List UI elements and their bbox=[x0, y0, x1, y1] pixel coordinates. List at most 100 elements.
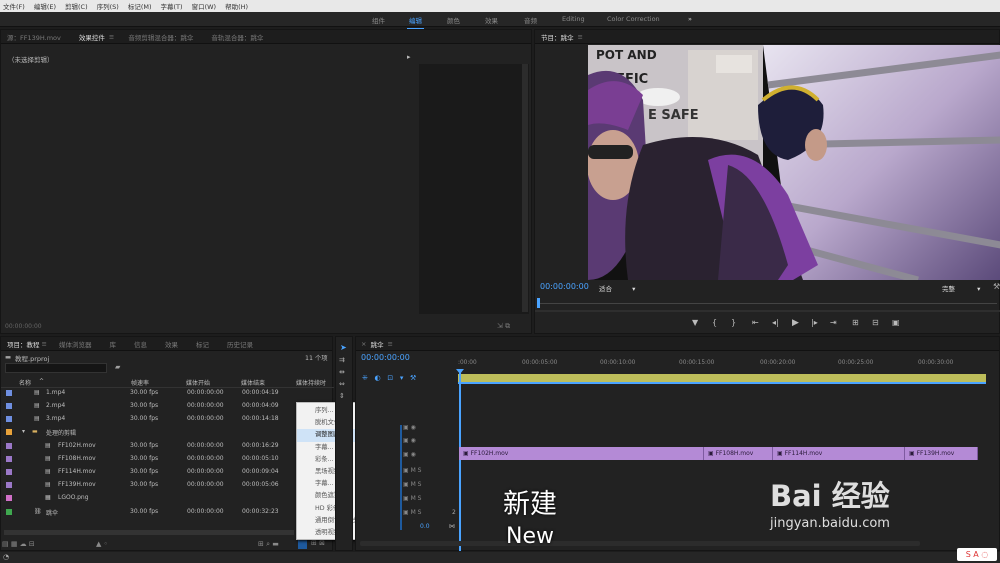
row-start: 00:00:00:00 bbox=[187, 508, 224, 515]
row-end: 00:00:16:29 bbox=[242, 442, 279, 449]
program-time-ruler[interactable] bbox=[539, 295, 997, 304]
effect-controls-menu-icon[interactable]: ≡ bbox=[109, 33, 114, 41]
tab-history[interactable]: 历史记录 bbox=[227, 339, 253, 349]
workspace-color[interactable]: 颜色 bbox=[447, 15, 460, 25]
tab-info[interactable]: 信息 bbox=[134, 339, 147, 349]
tab-effect-controls[interactable]: 效果控件 bbox=[79, 32, 105, 42]
expand-bin-icon[interactable]: ▾ bbox=[22, 428, 25, 435]
expand-arrow-icon[interactable]: ▸ bbox=[407, 53, 411, 61]
audio-track-controls[interactable]: ▣ M S bbox=[403, 467, 421, 474]
find-icon[interactable]: ⊞ ⌕ ▬ bbox=[258, 540, 279, 549]
tab-audio-clip-mixer[interactable]: 音频剪辑混合器：跳伞 bbox=[128, 32, 193, 42]
menu-help[interactable]: 帮助(H) bbox=[225, 1, 248, 11]
menu-clip[interactable]: 剪辑(C) bbox=[65, 1, 88, 11]
menu-sequence[interactable]: 序列(S) bbox=[97, 1, 119, 11]
menu-file[interactable]: 文件(F) bbox=[3, 1, 25, 11]
mark-out-button[interactable]: } bbox=[731, 318, 736, 327]
add-marker-button[interactable]: ▼ bbox=[692, 318, 698, 327]
workspace-editing[interactable]: 编辑 bbox=[407, 15, 424, 29]
timeline-clip[interactable]: ▣ FF139H.mov bbox=[905, 447, 978, 460]
ruler-tick-label: 00:00:30:00 bbox=[918, 360, 954, 366]
audio-track-controls[interactable]: ▣ M S bbox=[403, 481, 421, 488]
extract-button[interactable]: ⊟ bbox=[872, 318, 879, 327]
tab-track-mixer[interactable]: 音轨混合器：跳伞 bbox=[211, 32, 263, 42]
track-toggle-icons[interactable]: ▣ ◉ bbox=[403, 437, 416, 444]
go-to-in-button[interactable]: ⇤ bbox=[752, 318, 759, 327]
ruler-tick-label: :00:00 bbox=[458, 360, 477, 366]
clear-trash-icon[interactable]: ⊞ ⊠ bbox=[311, 539, 325, 547]
rate-stretch-tool-icon[interactable]: ⇔ bbox=[339, 380, 345, 388]
col-header-name[interactable]: 名称 bbox=[19, 378, 31, 387]
col-header-media-start[interactable]: 媒体开始 bbox=[186, 378, 210, 387]
play-button[interactable]: ▶ bbox=[792, 318, 799, 328]
tab-project[interactable]: 项目：教程 bbox=[7, 339, 40, 349]
workspace-color-correction[interactable]: Color Correction bbox=[607, 15, 660, 23]
export-frame-button[interactable]: ▣ bbox=[892, 318, 900, 327]
playhead-handle-icon[interactable] bbox=[456, 369, 464, 374]
workspace-editing-en[interactable]: Editing bbox=[562, 15, 585, 23]
tab-sequence[interactable]: 跳伞 bbox=[370, 339, 383, 349]
timeline-zoom-scrollbar[interactable] bbox=[360, 541, 920, 546]
ime-toolbar-icon[interactable]: S A ◌ bbox=[957, 548, 997, 561]
col-header-media-end[interactable]: 媒体结束 bbox=[241, 378, 265, 387]
new-bin-icon[interactable]: ▰ bbox=[115, 363, 120, 371]
settings-wrench-icon[interactable]: ⚒ bbox=[993, 282, 1000, 291]
timeline-tool-icons[interactable]: ⁜ ◐ ⊡ ▾ ⚒ bbox=[362, 374, 416, 382]
program-zoom-bar[interactable] bbox=[535, 310, 1000, 312]
menu-title[interactable]: 字幕(T) bbox=[161, 1, 183, 11]
workspace-audio[interactable]: 音频 bbox=[524, 15, 537, 25]
lift-button[interactable]: ⊞ bbox=[852, 318, 859, 327]
new-item-button[interactable] bbox=[298, 540, 307, 549]
work-area-bar[interactable] bbox=[458, 374, 986, 384]
close-tab-icon[interactable]: × bbox=[361, 340, 366, 348]
list-view-icon[interactable]: ▤ ▦ ☁ ⊟ bbox=[2, 540, 35, 548]
tab-program[interactable]: 节目：跳伞 bbox=[541, 32, 574, 42]
tab-libraries[interactable]: 库 bbox=[109, 339, 116, 349]
master-track-value[interactable]: 0.0 bbox=[420, 523, 430, 530]
tab-media-browser[interactable]: 媒体浏览器 bbox=[59, 339, 92, 349]
tab-effects[interactable]: 效果 bbox=[165, 339, 178, 349]
razor-tool-icon[interactable]: ⇕ bbox=[339, 392, 345, 400]
program-timecode[interactable]: 00:00:00:00 bbox=[540, 282, 589, 291]
sequence-menu-icon[interactable]: ≡ bbox=[387, 340, 392, 348]
menu-window[interactable]: 窗口(W) bbox=[192, 1, 217, 11]
zoom-slider-icon[interactable]: ▲ ◦ bbox=[96, 540, 108, 548]
step-back-button[interactable]: ◂| bbox=[772, 318, 779, 327]
row-fps: 30.00 fps bbox=[130, 508, 159, 515]
track-select-tool-icon[interactable]: ⇉ bbox=[339, 356, 345, 364]
selection-tool-icon[interactable]: ➤ bbox=[340, 343, 347, 352]
quality-dropdown[interactable]: 完整 ▾ bbox=[942, 283, 980, 293]
timeline-timecode[interactable]: 00:00:00:00 bbox=[361, 353, 410, 362]
workspace-effects[interactable]: 效果 bbox=[485, 15, 498, 25]
ripple-edit-tool-icon[interactable]: ⇹ bbox=[339, 368, 345, 376]
sort-ascending-icon[interactable]: ^ bbox=[39, 378, 44, 385]
timeline-clip[interactable]: ▣ FF114H.mov bbox=[773, 447, 905, 460]
export-frame-icon[interactable]: ⇲ ⧉ bbox=[497, 322, 510, 331]
menu-marker[interactable]: 标记(M) bbox=[128, 1, 152, 11]
timeline-clip[interactable]: ▣ FF108H.mov bbox=[704, 447, 773, 460]
fit-dropdown[interactable]: 适合 ▾ bbox=[599, 283, 635, 293]
project-search-input[interactable] bbox=[5, 363, 107, 373]
audio-track-controls[interactable]: ▣ M S bbox=[403, 509, 421, 516]
workspace-assembly[interactable]: 组件 bbox=[372, 15, 385, 25]
step-forward-button[interactable]: |▸ bbox=[811, 318, 818, 327]
program-playhead[interactable] bbox=[537, 298, 540, 308]
col-header-fps[interactable]: 帧速率 bbox=[131, 378, 149, 387]
tab-source[interactable]: 源：FF139H.mov bbox=[7, 32, 61, 42]
tab-markers[interactable]: 标记 bbox=[196, 339, 209, 349]
project-horizontal-scrollbar[interactable] bbox=[4, 530, 294, 535]
project-menu-icon[interactable]: ≡ bbox=[42, 340, 47, 348]
col-header-media-duration[interactable]: 媒体持续时 bbox=[296, 378, 326, 387]
track-toggle-icons[interactable]: ▣ ◉ bbox=[403, 424, 416, 431]
track-toggle-icons[interactable]: ▣ ◉ bbox=[403, 451, 416, 458]
timeline-playhead[interactable] bbox=[459, 371, 461, 551]
workspace-more-button[interactable]: » bbox=[688, 15, 692, 23]
go-to-out-button[interactable]: ⇥ bbox=[830, 318, 837, 327]
timeline-clip[interactable]: ▣ FF102H.mov bbox=[459, 447, 704, 460]
scrollbar[interactable] bbox=[522, 64, 528, 312]
mark-in-button[interactable]: { bbox=[712, 318, 717, 327]
program-menu-icon[interactable]: ≡ bbox=[578, 33, 583, 41]
audio-track-controls[interactable]: ▣ M S bbox=[403, 495, 421, 502]
row-fps: 30.00 fps bbox=[130, 468, 159, 475]
menu-edit[interactable]: 编辑(E) bbox=[34, 1, 56, 11]
